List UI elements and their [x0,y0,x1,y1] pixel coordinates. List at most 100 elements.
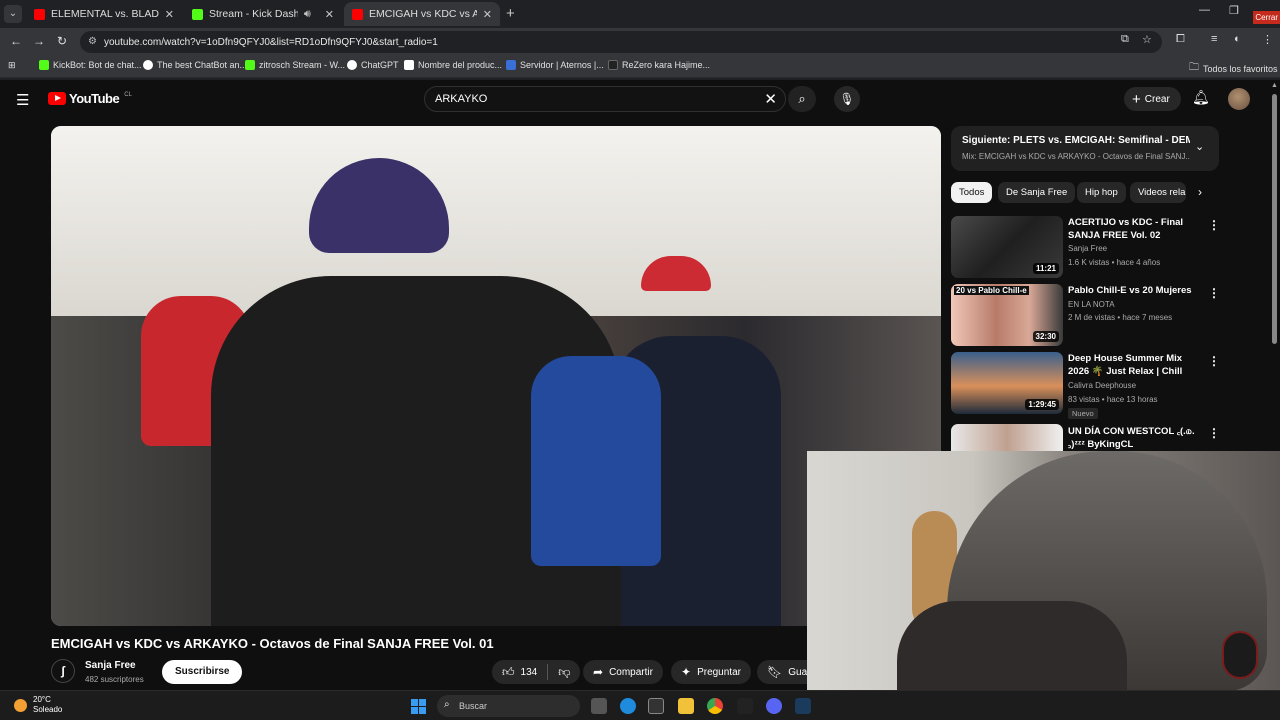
chrome-icon[interactable] [707,698,723,714]
minimize-icon[interactable]: — [1199,4,1210,16]
chip-videos-relacionados[interactable]: Videos rela [1130,182,1186,203]
reload-icon[interactable]: ↻ [57,34,67,48]
url-text: youtube.com/watch?v=1oDfn9QFYJ0&list=RD1… [104,36,438,48]
thumbnail[interactable]: 20 vs Pablo Chill-e 32:30 [951,284,1063,346]
search-button[interactable]: ⌕ [788,86,816,112]
more-options-icon[interactable]: ⋮ [1208,354,1220,368]
recommendation-title[interactable]: Deep House Summer Mix 2026 🌴 Just Relax … [1068,352,1203,378]
weather-widget[interactable]: 20°C Soleado [14,695,62,715]
ask-button[interactable]: ✦ Preguntar [671,660,751,684]
extensions-icon[interactable]: ⧠ [1176,33,1185,46]
notifications-bell-icon[interactable]: 🔔︎ [1192,89,1210,106]
store-icon[interactable] [648,698,664,714]
streamer-jacket [897,601,1127,691]
video-title: EMCIGAH vs KDC vs ARKAYKO - Octavos de F… [51,636,494,651]
capcut-icon[interactable] [737,698,753,714]
windows-taskbar: 20°C Soleado ⌕ Buscar [0,690,1280,720]
channel-name[interactable]: Sanja Free [85,660,136,671]
speaker-icon[interactable]: 🔊︎ [304,8,311,21]
bookmark-chatbot[interactable]: The best ChatBot an... [143,60,247,70]
more-options-icon[interactable]: ⋮ [1208,218,1220,232]
up-next-mix: Mix: EMCIGAH vs KDC vs ARKAYKO - Octavos… [962,152,1190,161]
close-tab-icon[interactable]: ✕ [325,8,334,21]
chip-todos[interactable]: Todos [951,182,993,203]
profile-icon[interactable]: ◐ [1234,33,1241,45]
chevron-down-icon[interactable]: ⌄ [1195,140,1204,153]
bookmark-aternos[interactable]: Servidor | Aternos |... [506,60,604,70]
all-bookmarks-folder[interactable]: 🗀 Todos los favoritos [1189,60,1278,77]
file-explorer-icon[interactable] [678,698,694,714]
recommendation-channel[interactable]: EN LA NOTA [1068,300,1115,309]
windows-start-icon[interactable] [411,699,426,714]
bookmark-chatgpt[interactable]: ChatGPT [347,60,399,70]
subscribe-button[interactable]: Suscribirse [162,660,243,684]
share-button[interactable]: ➦ Compartir [583,660,663,684]
steam-icon[interactable] [795,698,811,714]
bookmark-nombre-producto[interactable]: Nombre del produc... [404,60,502,70]
back-icon[interactable]: ← [10,34,22,48]
forward-icon[interactable]: → [33,34,45,48]
more-menu-icon[interactable]: ⋮ [1262,33,1273,46]
recommendation-item[interactable]: 11:21 ACERTIJO vs KDC - Final SANJA FREE… [951,216,1221,278]
media-controls-icon[interactable]: ≡ [1211,33,1217,45]
clear-search-icon[interactable]: ✕ [764,90,777,108]
tab-emcigah-active[interactable]: EMCIGAH vs KDC vs ARKAYKO ✕ [344,2,500,26]
recommendation-title[interactable]: Pablo Chill-E vs 20 Mujeres [1068,284,1203,297]
thumbs-up-icon[interactable]: 👍︎ [502,665,515,680]
recommendation-channel[interactable]: Sanja Free [1068,244,1107,253]
like-count[interactable]: 134 [521,667,538,678]
address-bar[interactable]: ⚙ youtube.com/watch?v=1oDfn9QFYJ0&list=R… [80,31,1162,53]
edge-icon[interactable] [620,698,636,714]
voice-search-button[interactable]: 🎙︎ [834,86,860,112]
recommendation-item[interactable]: 20 vs Pablo Chill-e 32:30 Pablo Chill-E … [951,284,1221,346]
create-button[interactable]: + Crear [1124,87,1181,111]
discord-icon[interactable] [766,698,782,714]
tab-title: ELEMENTAL vs. BLADE: 4tos - D [51,8,159,20]
thumbnail[interactable]: 1:29:45 [951,352,1063,414]
search-icon: ⌕ [444,699,450,710]
new-tab-button[interactable]: + [506,5,515,22]
duration-badge: 1:29:45 [1025,399,1059,410]
apps-grid-icon[interactable]: ⊞ [8,60,16,71]
scroll-up-icon[interactable]: ▲ [1271,82,1278,89]
bookmark-star-icon[interactable]: ☆ [1142,33,1152,46]
bookmark-zitrosch[interactable]: zitrosch Stream - W... [245,60,345,70]
bookmark-rezero[interactable]: ReZero kara Hajime... [608,60,710,70]
chip-de-sanja-free[interactable]: De Sanja Free [998,182,1076,203]
site-info-icon[interactable]: ⚙ [88,36,97,47]
bookmark-kickbot[interactable]: KickBot: Bot de chat... [39,60,142,70]
recommendation-item[interactable]: UN DÍA CON WESTCOL ꜀(.௰. ꜆)ᶻᶻᶻ ByKingCL … [951,424,1221,451]
more-options-icon[interactable]: ⋮ [1208,426,1220,440]
recommendation-title[interactable]: UN DÍA CON WESTCOL ꜀(.௰. ꜆)ᶻᶻᶻ ByKingCL [1068,425,1203,451]
more-options-icon[interactable]: ⋮ [1208,286,1220,300]
tab-kick-dashboard[interactable]: Stream - Kick Dashboard 🔊︎ ✕ [184,2,342,26]
close-window-tooltip[interactable]: Cerrar [1253,11,1280,24]
thumbs-down-icon[interactable]: 👎︎ [558,665,570,680]
chip-hip-hop[interactable]: Hip hop [1077,182,1126,203]
channel-avatar[interactable]: ʃ [51,659,75,683]
up-next-panel[interactable]: Siguiente: PLETS vs. EMCIGAH: Semifinal … [951,126,1219,171]
install-app-icon[interactable]: ⧉ [1121,33,1129,46]
browser-chrome: ⌄ ELEMENTAL vs. BLADE: 4tos - D ✕ Stream… [0,0,1280,80]
plus-icon: + [1132,90,1141,108]
tab-elemental[interactable]: ELEMENTAL vs. BLADE: 4tos - D ✕ [26,2,182,26]
youtube-logo[interactable]: YouTube CL [48,91,132,106]
sparkle-icon: ✦ [681,665,692,679]
user-avatar[interactable] [1228,88,1250,110]
taskbar-search[interactable]: ⌕ Buscar [437,695,580,717]
thumbnail[interactable]: 11:21 [951,216,1063,278]
maximize-icon[interactable]: ❐ [1229,4,1239,17]
close-tab-icon[interactable]: ✕ [165,8,174,21]
microphone-icon: 🎙︎ [839,92,855,106]
recommendation-title[interactable]: ACERTIJO vs KDC - Final SANJA FREE Vol. … [1068,216,1203,242]
recommendation-item[interactable]: 1:29:45 Deep House Summer Mix 2026 🌴 Jus… [951,352,1221,419]
recommendation-channel[interactable]: Calivra Deephouse [1068,381,1136,390]
close-tab-icon[interactable]: ✕ [483,8,492,21]
menu-hamburger-icon[interactable]: ☰ [16,91,29,109]
chevron-right-icon[interactable]: › [1198,185,1202,199]
thumbnail[interactable] [951,424,1063,451]
search-input[interactable]: ARKAYKO ✕ [424,86,786,112]
scrollbar-thumb[interactable] [1272,94,1277,344]
task-view-icon[interactable] [591,698,607,714]
tab-search-button[interactable]: ⌄ [4,5,22,23]
